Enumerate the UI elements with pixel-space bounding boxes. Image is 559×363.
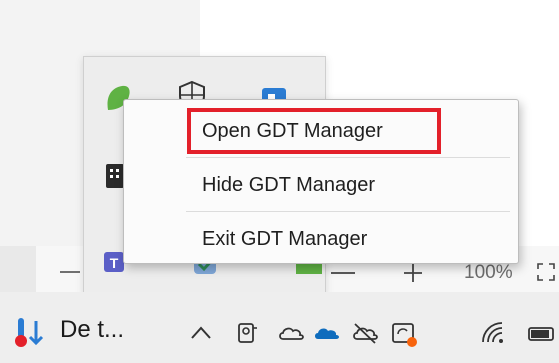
highlight-box (187, 108, 441, 154)
menu-separator (186, 157, 510, 158)
taskbar-app-label[interactable]: De t... (60, 316, 124, 344)
temperature-app-icon[interactable] (12, 315, 46, 349)
menu-item-label: Exit GDT Manager (202, 228, 368, 250)
onedrive-blue-icon[interactable] (312, 318, 342, 348)
fit-to-window-icon[interactable] (536, 262, 556, 282)
sync-status-icon[interactable] (388, 318, 418, 348)
wifi-icon[interactable] (478, 318, 508, 348)
webcam-icon[interactable] (232, 318, 262, 348)
svg-text:T: T (110, 255, 119, 271)
menu-item-exit-gdt-manager[interactable]: Exit GDT Manager (124, 221, 518, 261)
chevron-up-icon[interactable] (186, 318, 216, 348)
menu-item-label: Hide GDT Manager (202, 174, 376, 196)
window-edge-strip (0, 246, 36, 292)
minus-icon[interactable] (58, 260, 82, 284)
zoom-level-readout[interactable]: 100% (464, 262, 513, 284)
menu-separator (186, 211, 510, 212)
onedrive-icon[interactable] (276, 318, 306, 348)
battery-icon[interactable] (526, 318, 556, 348)
cloud-off-icon[interactable] (350, 318, 380, 348)
menu-item-hide-gdt-manager[interactable]: Hide GDT Manager (124, 167, 518, 207)
